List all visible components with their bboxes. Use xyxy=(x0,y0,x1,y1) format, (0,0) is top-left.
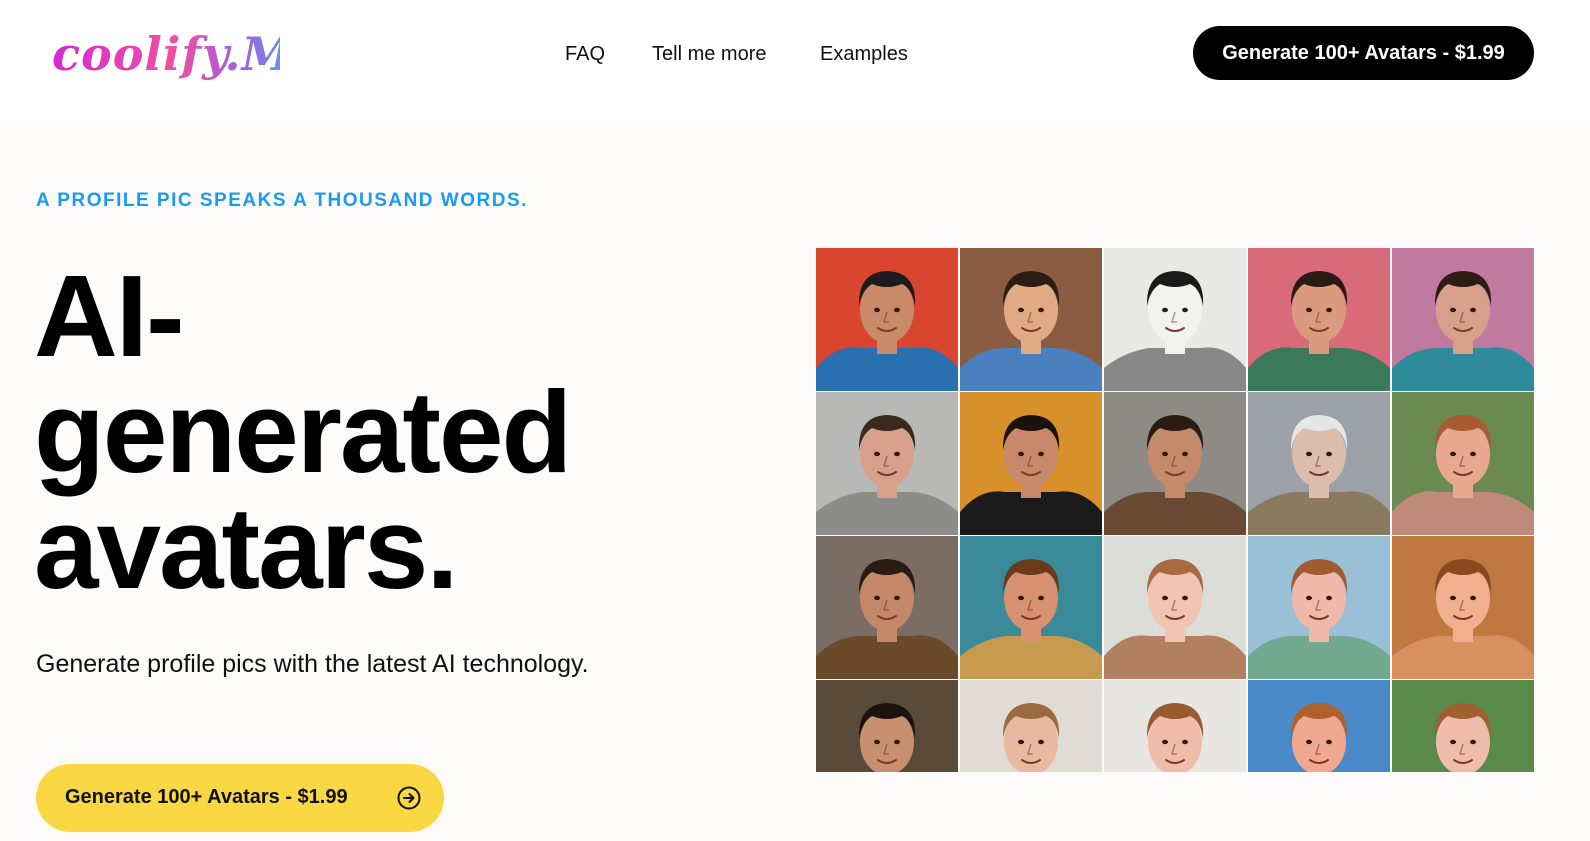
avatar-image xyxy=(1104,680,1246,772)
coolifyme-logo[interactable]: coolify.Me xyxy=(50,12,280,92)
header-generate-avatars-button[interactable]: Generate 100+ Avatars - $1.99 xyxy=(1193,26,1534,80)
headline-line-2: generated xyxy=(34,367,572,497)
avatar-image xyxy=(1392,536,1534,679)
avatar-tile xyxy=(1392,392,1534,535)
avatar-image xyxy=(1248,392,1390,535)
avatar-image xyxy=(960,248,1102,391)
hero-generate-avatars-button[interactable]: Generate 100+ Avatars - $1.99 xyxy=(36,764,444,832)
arrow-right-circle-icon xyxy=(397,786,421,810)
avatar-tile xyxy=(816,248,958,391)
avatar-tile xyxy=(1392,680,1534,772)
avatar-tile xyxy=(1248,680,1390,772)
avatar-tile xyxy=(1104,680,1246,772)
hero-eyebrow: A PROFILE PIC SPEAKS A THOUSAND WORDS. xyxy=(36,190,528,211)
avatar-tile xyxy=(960,680,1102,772)
avatar-image xyxy=(816,248,958,391)
avatar-image xyxy=(816,536,958,679)
avatar-image xyxy=(1104,248,1246,391)
avatar-tile xyxy=(816,680,958,772)
nav-examples[interactable]: Examples xyxy=(820,40,908,68)
avatar-image xyxy=(1104,536,1246,679)
headline-line-1: AI- xyxy=(34,251,185,381)
nav-tell-me-more[interactable]: Tell me more xyxy=(652,40,766,68)
nav-faq[interactable]: FAQ xyxy=(565,40,605,68)
headline-line-3: avatars. xyxy=(34,483,459,613)
svg-text:coolify.Me: coolify.Me xyxy=(52,27,280,81)
avatar-tile xyxy=(1392,248,1534,391)
avatar-tile xyxy=(960,392,1102,535)
avatar-image xyxy=(1248,680,1390,772)
avatar-image xyxy=(1392,248,1534,391)
avatar-image xyxy=(1248,536,1390,679)
hero-subtitle: Generate profile pics with the latest AI… xyxy=(36,650,589,678)
avatar-tile xyxy=(1248,536,1390,679)
avatar-tile xyxy=(1248,248,1390,391)
avatar-tile xyxy=(1104,392,1246,535)
avatar-image xyxy=(1104,392,1246,535)
avatar-image xyxy=(816,680,958,772)
avatar-image xyxy=(1248,248,1390,391)
avatar-grid xyxy=(816,248,1534,772)
avatar-tile xyxy=(816,392,958,535)
avatar-image xyxy=(960,536,1102,679)
hero-cta-label: Generate 100+ Avatars - $1.99 xyxy=(65,786,348,808)
avatar-tile xyxy=(1248,392,1390,535)
avatar-image xyxy=(816,392,958,535)
hero-headline: AI- generated avatars. xyxy=(34,258,714,606)
avatar-image xyxy=(960,392,1102,535)
avatar-tile xyxy=(960,248,1102,391)
avatar-tile xyxy=(1104,248,1246,391)
avatar-image xyxy=(1392,392,1534,535)
avatar-tile xyxy=(960,536,1102,679)
avatar-image xyxy=(1392,680,1534,772)
avatar-tile xyxy=(1392,536,1534,679)
avatar-tile xyxy=(1104,536,1246,679)
avatar-tile xyxy=(816,536,958,679)
site-header: coolify.Me FAQ Tell me more Examples Gen… xyxy=(0,0,1590,127)
avatar-image xyxy=(960,680,1102,772)
